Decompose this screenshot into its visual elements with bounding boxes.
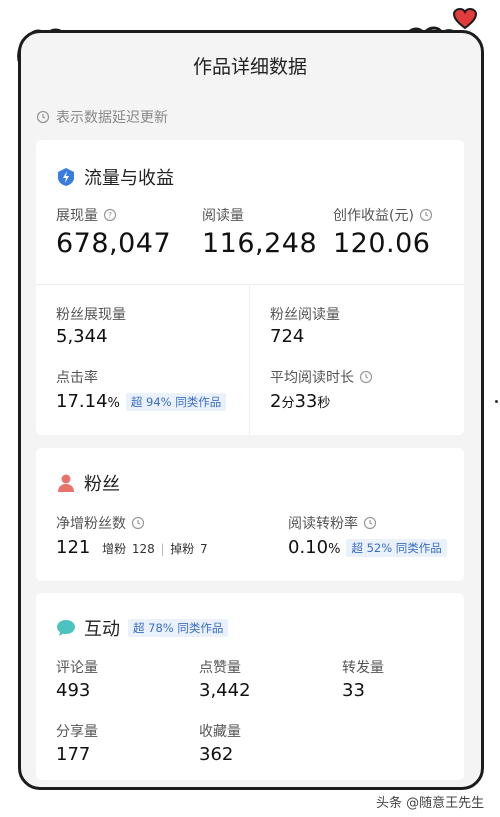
net-gain-label-text: 净增粉丝数 bbox=[56, 516, 126, 532]
avg-read-minutes: 2 bbox=[270, 391, 282, 412]
fan-impressions-value: 5,344 bbox=[56, 326, 108, 347]
conversion-label: 阅读转粉率 bbox=[288, 513, 377, 533]
avg-read-time-value: 2分33秒 bbox=[270, 391, 330, 412]
earnings-value: 120.06 bbox=[333, 228, 431, 259]
avg-read-time-label-text: 平均阅读时长 bbox=[270, 370, 354, 386]
edge-dot bbox=[495, 400, 498, 403]
interaction-title: 互动 bbox=[84, 619, 120, 640]
gain-label: 增粉 bbox=[102, 542, 127, 556]
divider bbox=[249, 284, 250, 435]
likes-label: 点赞量 bbox=[199, 660, 241, 676]
conversion-rank-badge: 超 52% 同类作品 bbox=[346, 539, 447, 557]
person-icon bbox=[58, 474, 74, 492]
ctr-value: 17.14 bbox=[56, 391, 108, 412]
minutes-unit: 分 bbox=[281, 396, 295, 411]
interaction-header: 互动 超 78% 同类作品 bbox=[56, 615, 229, 641]
impressions-label-text: 展现量 bbox=[56, 208, 98, 224]
ctr-label: 点击率 bbox=[56, 370, 98, 386]
svg-text:?: ? bbox=[108, 211, 112, 220]
interaction-card: 互动 超 78% 同类作品 评论量 493 点赞量 3,442 转发量 33 分… bbox=[36, 593, 464, 780]
seconds-unit: 秒 bbox=[317, 396, 331, 411]
net-gain-value: 121 bbox=[56, 537, 91, 558]
clock-refresh-icon bbox=[363, 516, 377, 530]
traffic-title: 流量与收益 bbox=[84, 168, 174, 189]
interaction-rank-badge: 超 78% 同类作品 bbox=[128, 619, 229, 637]
conversion-unit: % bbox=[328, 542, 341, 557]
reads-value: 116,248 bbox=[202, 228, 318, 259]
fan-reads-value: 724 bbox=[270, 326, 305, 347]
help-icon[interactable]: ? bbox=[103, 208, 117, 222]
avg-read-time-label: 平均阅读时长 bbox=[270, 367, 373, 387]
delay-notice-text: 表示数据延迟更新 bbox=[56, 110, 168, 126]
chat-bubble-icon bbox=[57, 620, 75, 636]
shares-label: 分享量 bbox=[56, 724, 98, 740]
likes-value: 3,442 bbox=[199, 680, 251, 701]
ctr-value-row: 17.14% 超 94% 同类作品 bbox=[56, 391, 227, 412]
heart-icon bbox=[452, 8, 478, 30]
avg-read-seconds: 33 bbox=[294, 391, 318, 412]
gain-value: 128 bbox=[131, 542, 155, 556]
reads-label: 阅读量 bbox=[202, 208, 244, 224]
conversion-value: 0.10 bbox=[288, 537, 329, 558]
loss-value: 7 bbox=[200, 542, 208, 556]
page-title: 作品详细数据 bbox=[192, 56, 307, 78]
clock-refresh-icon bbox=[419, 208, 433, 222]
ctr-unit: % bbox=[107, 396, 120, 411]
delay-notice: 表示数据延迟更新 bbox=[36, 107, 168, 127]
traffic-header: 流量与收益 bbox=[56, 164, 174, 190]
net-gain-row: 121 增粉 128 | 掉粉 7 bbox=[56, 537, 208, 558]
separator: | bbox=[160, 542, 165, 556]
impressions-value: 678,047 bbox=[56, 228, 172, 259]
impressions-label: 展现量 ? bbox=[56, 205, 117, 225]
fan-impressions-label: 粉丝展现量 bbox=[56, 307, 126, 323]
comments-value: 493 bbox=[56, 680, 91, 701]
clock-refresh-icon bbox=[131, 516, 145, 530]
fans-header: 粉丝 bbox=[56, 470, 120, 496]
loss-label: 掉粉 bbox=[170, 542, 195, 556]
forwards-label: 转发量 bbox=[342, 660, 384, 676]
favorites-value: 362 bbox=[199, 744, 234, 765]
ctr-rank-badge: 超 94% 同类作品 bbox=[125, 393, 227, 411]
forwards-value: 33 bbox=[342, 680, 365, 701]
traffic-card: 流量与收益 展现量 ? 678,047 阅读量 116,248 创作收益(元) … bbox=[36, 140, 464, 435]
conversion-label-text: 阅读转粉率 bbox=[288, 516, 358, 532]
clock-refresh-icon bbox=[36, 110, 50, 124]
favorites-label: 收藏量 bbox=[199, 724, 241, 740]
shares-value: 177 bbox=[56, 744, 91, 765]
fan-reads-label: 粉丝阅读量 bbox=[270, 307, 340, 323]
net-gain-label: 净增粉丝数 bbox=[56, 513, 145, 533]
fans-title: 粉丝 bbox=[84, 474, 120, 495]
clock-refresh-icon bbox=[359, 370, 373, 384]
conversion-row: 0.10% 超 52% 同类作品 bbox=[288, 537, 447, 558]
fans-card: 粉丝 净增粉丝数 121 增粉 128 | 掉粉 7 阅读转粉率 0.10% 超 … bbox=[36, 448, 464, 581]
watermark: 头条 @随意王先生 bbox=[376, 796, 485, 811]
comments-label: 评论量 bbox=[56, 660, 98, 676]
divider bbox=[36, 284, 464, 285]
earnings-label: 创作收益(元) bbox=[333, 205, 433, 225]
lightning-shield-icon bbox=[58, 168, 74, 186]
earnings-label-text: 创作收益(元) bbox=[333, 208, 414, 224]
